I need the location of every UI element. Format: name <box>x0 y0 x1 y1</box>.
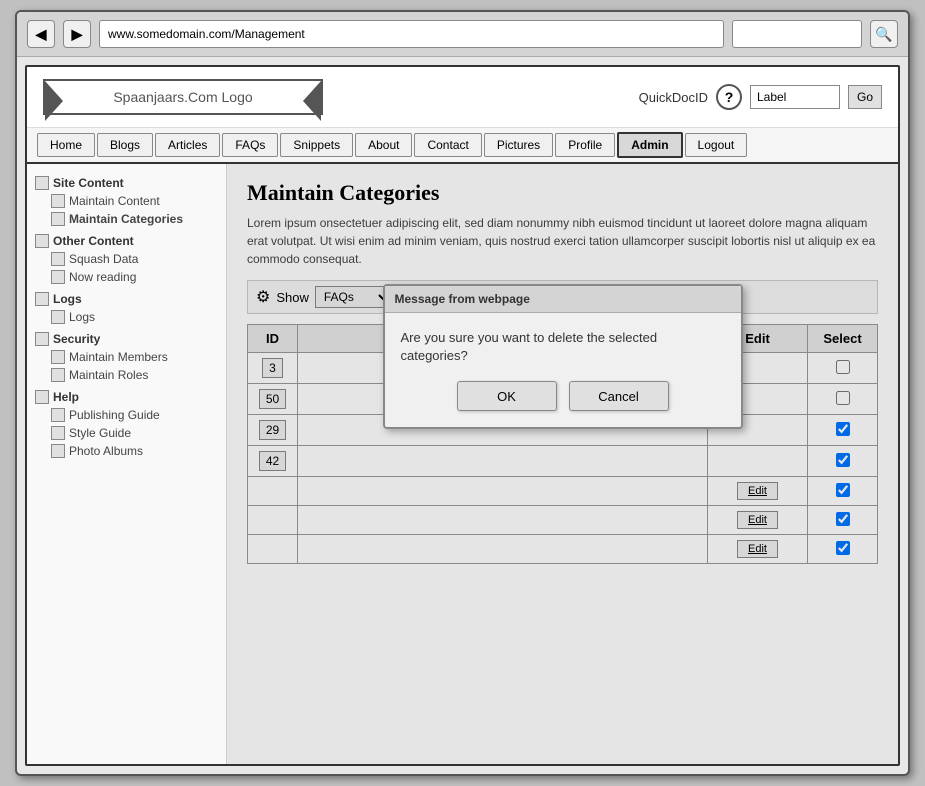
modal-title: Message from webpage <box>395 292 530 306</box>
sidebar-item-now-reading[interactable]: Now reading <box>35 268 218 286</box>
sidebar-item-icon <box>51 270 65 284</box>
nav-blogs[interactable]: Blogs <box>97 133 153 157</box>
sidebar-item-style-guide[interactable]: Style Guide <box>35 424 218 442</box>
modal-overlay: Message from webpage Are you sure you wa… <box>227 164 898 764</box>
sidebar-item-maintain-content[interactable]: Maintain Content <box>35 192 218 210</box>
nav-contact[interactable]: Contact <box>414 133 481 157</box>
sidebar-item-icon <box>51 444 65 458</box>
sidebar-section-icon <box>35 292 49 306</box>
quickdoc-label: QuickDocID <box>639 90 708 105</box>
modal-cancel-button[interactable]: Cancel <box>569 381 669 411</box>
nav-logout[interactable]: Logout <box>685 133 748 157</box>
sidebar-item-logs[interactable]: Logs <box>35 308 218 326</box>
nav-faqs[interactable]: FAQs <box>222 133 278 157</box>
sidebar-section-title-site-content: Site Content <box>35 176 218 190</box>
sidebar-item-icon <box>51 194 65 208</box>
nav-home[interactable]: Home <box>37 133 95 157</box>
nav-snippets[interactable]: Snippets <box>280 133 353 157</box>
forward-button[interactable]: ▶ <box>63 20 91 48</box>
sidebar-item-icon <box>51 310 65 324</box>
url-bar[interactable] <box>99 20 724 48</box>
sidebar-section-help: Help Publishing Guide Style Guide Photo … <box>35 390 218 460</box>
sidebar-item-squash-data[interactable]: Squash Data <box>35 250 218 268</box>
modal-dialog: Message from webpage Are you sure you wa… <box>383 284 743 429</box>
main-area: Maintain Categories Lorem ipsum onsectet… <box>227 164 898 764</box>
sidebar-item-icon <box>51 368 65 382</box>
modal-body: Are you sure you want to delete the sele… <box>385 313 741 427</box>
sidebar-section-icon <box>35 234 49 248</box>
modal-message: Are you sure you want to delete the sele… <box>401 329 725 365</box>
sidebar-section-icon <box>35 332 49 346</box>
sidebar-section-logs: Logs Logs <box>35 292 218 326</box>
nav-articles[interactable]: Articles <box>155 133 220 157</box>
sidebar-item-icon <box>51 426 65 440</box>
sidebar-section-title-other-content: Other Content <box>35 234 218 248</box>
page-content: Spaanjaars.Com Logo QuickDocID ? Go Home… <box>25 65 900 766</box>
sidebar-section-site-content: Site Content Maintain Content Maintain C… <box>35 176 218 228</box>
sidebar-section-icon <box>35 176 49 190</box>
modal-buttons: OK Cancel <box>401 381 725 411</box>
nav-admin[interactable]: Admin <box>617 132 682 158</box>
sidebar-item-icon <box>51 408 65 422</box>
sidebar-item-maintain-roles[interactable]: Maintain Roles <box>35 366 218 384</box>
back-button[interactable]: ◀ <box>27 20 55 48</box>
site-header: Spaanjaars.Com Logo QuickDocID ? Go <box>27 67 898 128</box>
sidebar-item-icon <box>51 252 65 266</box>
sidebar-section-title-security: Security <box>35 332 218 346</box>
sidebar: Site Content Maintain Content Maintain C… <box>27 164 227 764</box>
sidebar-section-other-content: Other Content Squash Data Now reading <box>35 234 218 286</box>
browser-toolbar: ◀ ▶ 🔍 <box>17 12 908 57</box>
sidebar-item-icon <box>51 350 65 364</box>
site-logo: Spaanjaars.Com Logo <box>43 79 323 115</box>
browser-search-button[interactable]: 🔍 <box>870 20 898 48</box>
sidebar-item-publishing-guide[interactable]: Publishing Guide <box>35 406 218 424</box>
main-layout: Site Content Maintain Content Maintain C… <box>27 164 898 764</box>
modal-ok-button[interactable]: OK <box>457 381 557 411</box>
sidebar-section-security: Security Maintain Members Maintain Roles <box>35 332 218 384</box>
nav-bar: Home Blogs Articles FAQs Snippets About … <box>27 128 898 164</box>
nav-profile[interactable]: Profile <box>555 133 615 157</box>
nav-pictures[interactable]: Pictures <box>484 133 553 157</box>
quickdoc-input[interactable] <box>750 85 840 109</box>
help-button[interactable]: ? <box>716 84 742 110</box>
sidebar-section-title-logs: Logs <box>35 292 218 306</box>
modal-titlebar: Message from webpage <box>385 286 741 313</box>
browser-window: ◀ ▶ 🔍 Spaanjaars.Com Logo QuickDocID ? G… <box>15 10 910 776</box>
header-right: QuickDocID ? Go <box>639 84 882 110</box>
sidebar-section-title-help: Help <box>35 390 218 404</box>
sidebar-item-icon <box>51 212 65 226</box>
sidebar-item-maintain-members[interactable]: Maintain Members <box>35 348 218 366</box>
sidebar-item-photo-albums[interactable]: Photo Albums <box>35 442 218 460</box>
sidebar-section-icon <box>35 390 49 404</box>
browser-search-input[interactable] <box>732 20 862 48</box>
sidebar-item-maintain-categories[interactable]: Maintain Categories <box>35 210 218 228</box>
nav-about[interactable]: About <box>355 133 412 157</box>
go-button[interactable]: Go <box>848 85 882 109</box>
